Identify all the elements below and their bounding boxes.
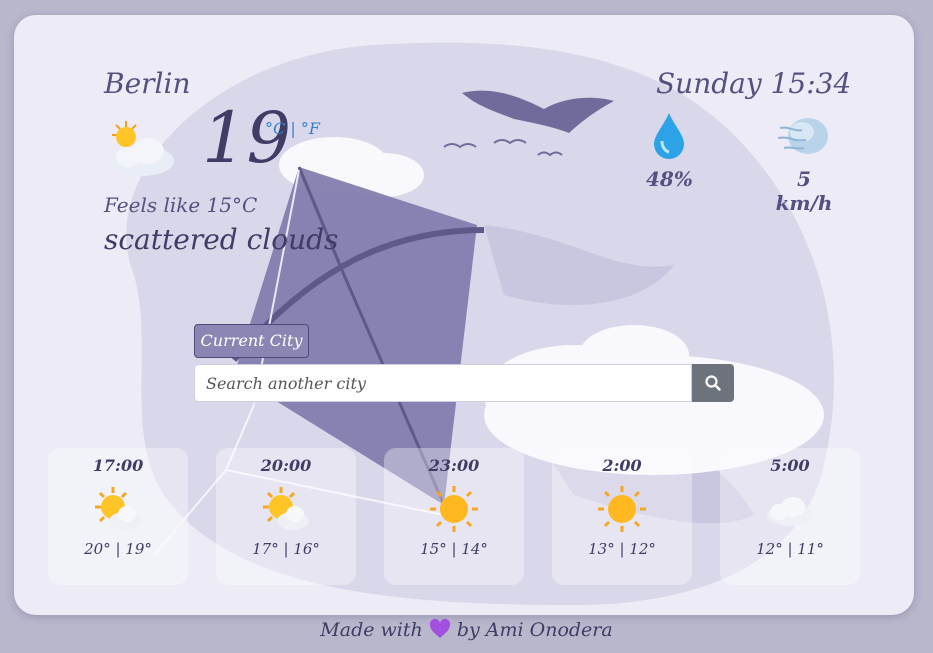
forecast-card: 2:00 13° | 12° <box>552 448 692 585</box>
forecast-time: 20:00 <box>260 456 312 475</box>
purple-heart-icon <box>429 619 450 638</box>
footer-prefix: Made with <box>320 619 423 641</box>
wind-icon <box>777 118 828 154</box>
forecast-card: 5:00 12° | 11° <box>720 448 860 585</box>
forecast-time: 2:00 <box>602 456 642 475</box>
forecast-time: 23:00 <box>428 456 480 475</box>
humidity-value: 48% <box>646 167 693 191</box>
footer-by: by <box>456 619 480 641</box>
city-search-input[interactable] <box>194 364 692 402</box>
forecast-temp: 13° | 12° <box>588 540 656 558</box>
forecast-temp: 12° | 11° <box>756 540 824 558</box>
current-city-button[interactable]: Current City <box>194 324 309 358</box>
forecast-temp: 17° | 16° <box>252 540 320 558</box>
weather-card: Berlin 19 °C | °F Feels like 15°C scatte… <box>14 15 914 615</box>
forecast-temp: 15° | 14° <box>420 540 488 558</box>
footer: Made with by Ami Onodera <box>0 619 933 641</box>
wind-speed-value: 5 km/h <box>775 167 833 215</box>
city-name: Berlin <box>104 67 191 100</box>
forecast-card: 23:00 15° | 14° <box>384 448 524 585</box>
sun-icon <box>598 486 646 532</box>
current-temperature: 19 <box>202 97 292 179</box>
sun-icon <box>430 486 478 532</box>
fahrenheit-link[interactable]: °F <box>301 119 320 138</box>
search-icon <box>705 375 721 391</box>
search-button[interactable] <box>692 364 734 402</box>
forecast-temp: 20° | 19° <box>84 540 152 558</box>
sun-behind-cloud-icon <box>95 487 141 530</box>
search-form <box>194 364 734 402</box>
sun-behind-cloud-icon <box>110 121 174 176</box>
forecast-card: 17:00 20° | 19° <box>48 448 188 585</box>
forecast-time: 5:00 <box>770 456 810 475</box>
unit-separator: | <box>290 119 296 138</box>
author-link[interactable]: Ami Onodera <box>486 619 613 641</box>
celsius-link[interactable]: °C <box>265 119 285 138</box>
cloud-icon <box>767 497 813 526</box>
forecast-card: 20:00 17° | 16° <box>216 448 356 585</box>
water-drop-icon <box>654 113 684 159</box>
unit-toggle: °C | °F <box>265 119 320 138</box>
feels-like: Feels like 15°C <box>104 193 258 217</box>
forecast-time: 17:00 <box>92 456 144 475</box>
date-time: Sunday 15:34 <box>656 67 852 100</box>
weather-description: scattered clouds <box>104 223 339 256</box>
sun-behind-cloud-icon <box>263 487 309 530</box>
